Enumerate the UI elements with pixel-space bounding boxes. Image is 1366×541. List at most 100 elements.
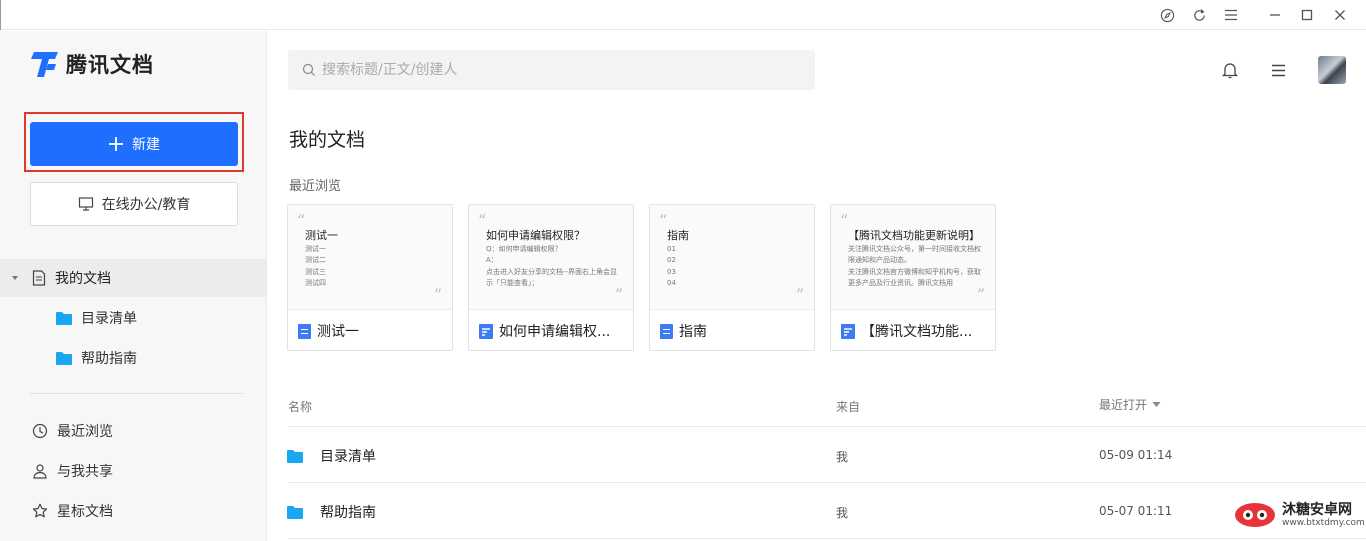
card-title: 测试一: [317, 324, 359, 340]
window-edge: [0, 0, 1, 30]
sort-down-icon[interactable]: [1152, 401, 1161, 408]
card-footer: 测试一: [298, 321, 448, 341]
watermark-logo-icon: [1235, 503, 1275, 527]
maximize-icon[interactable]: [1298, 6, 1316, 24]
card-preview-text: Q：如何申请编辑权限？ A： 点击进入好友分享的文档--界面右上角会显示「只能查…: [486, 244, 624, 290]
card-title: 【腾讯文档功能...: [861, 324, 973, 340]
card-footer: 如何申请编辑权...: [479, 321, 629, 341]
quote-open-icon: “: [478, 211, 487, 230]
sidebar-item-label: 与我共享: [57, 464, 113, 480]
card-preview-line: A：: [486, 256, 498, 265]
column-header-last-opened[interactable]: 最近打开: [1099, 396, 1161, 413]
table-row-name[interactable]: 目录清单: [287, 446, 376, 466]
sidebar-item-label: 最近浏览: [57, 424, 113, 440]
recent-section-label: 最近浏览: [289, 179, 342, 194]
quote-close-icon: ”: [976, 285, 985, 304]
card-preview-line: Q：如何申请编辑权限？: [486, 245, 562, 253]
app-logo[interactable]: 腾讯文档: [30, 49, 154, 79]
user-icon: [33, 464, 47, 479]
watermark-title: 沐糖安卓网: [1282, 502, 1352, 518]
table-divider: [288, 538, 1366, 539]
card-preview-line: 04: [667, 279, 676, 288]
doc-file-icon: [660, 323, 673, 339]
card-preview-line: 点击进入好友分享的文档--界面右上角会显示「只能查看」；: [486, 267, 618, 288]
menu-icon[interactable]: [1222, 6, 1240, 24]
search-input[interactable]: [322, 62, 802, 78]
recent-doc-card[interactable]: “ 指南 01 02 03 04 ” 指南: [649, 204, 815, 351]
search-icon: [302, 63, 315, 76]
card-preview-heading: 【腾讯文档功能更新说明】: [848, 229, 980, 242]
sidebar-folder-help[interactable]: 帮助指南: [56, 348, 137, 368]
refresh-icon[interactable]: [1190, 6, 1208, 24]
folder-icon: [287, 506, 303, 519]
card-preview-heading: 测试一: [305, 229, 338, 242]
row-last-opened: 05-09 01:14: [1099, 448, 1173, 462]
card-preview-line: 关注腾讯文档官方微博和知乎机构号，获取更多产品及行业资讯。腾讯文档用: [848, 267, 981, 288]
table-divider: [288, 482, 1366, 483]
tencent-docs-logo-icon: [31, 51, 58, 77]
close-icon[interactable]: [1331, 6, 1349, 24]
card-preview-heading: 如何申请编辑权限？: [486, 229, 585, 242]
clock-icon: [32, 423, 48, 439]
online-office-education-button[interactable]: 在线办公/教育: [30, 182, 238, 226]
bell-icon[interactable]: [1220, 60, 1240, 80]
quote-open-icon: “: [840, 211, 849, 230]
folder-icon: [56, 352, 72, 365]
row-name-label: 帮助指南: [320, 505, 376, 521]
card-footer: 【腾讯文档功能...: [841, 321, 991, 341]
sidebar-folder-catalog[interactable]: 目录清单: [56, 308, 137, 328]
recent-doc-card[interactable]: “ 【腾讯文档功能更新说明】 关注腾讯文档公众号，第一时间接收文档权限通知和产品…: [830, 204, 996, 351]
plus-icon: [109, 137, 123, 151]
star-icon: [32, 503, 48, 518]
sidebar-item-starred[interactable]: 星标文档: [32, 501, 113, 521]
card-preview-line: 测试四: [305, 279, 326, 288]
page-title: 我的文档: [289, 129, 366, 151]
card-title: 指南: [679, 324, 707, 340]
sidebar-item-label: 星标文档: [57, 504, 113, 520]
sidebar-item-recent[interactable]: 最近浏览: [32, 421, 113, 441]
row-last-opened: 05-07 01:11: [1099, 504, 1173, 518]
quote-close-icon: ”: [614, 285, 623, 304]
sidebar: 腾讯文档 新建 在线办公/教育 我的文档 目录清单 帮助指南 最近浏览 与我共享…: [0, 31, 267, 541]
card-preview-text: 关注腾讯文档公众号，第一时间接收文档权限通知和产品动态。 关注腾讯文档官方微博和…: [848, 244, 986, 290]
sidebar-item-my-docs[interactable]: 我的文档: [0, 259, 267, 297]
recent-doc-card[interactable]: “ 如何申请编辑权限？ Q：如何申请编辑权限？ A： 点击进入好友分享的文档--…: [468, 204, 634, 351]
menu-icon[interactable]: [1268, 60, 1288, 80]
recent-doc-card[interactable]: “ 测试一 测试一 测试二 测试三 测试四 ” 测试一: [287, 204, 453, 351]
table-row-name[interactable]: 帮助指南: [287, 502, 376, 522]
search-box[interactable]: [288, 50, 815, 90]
sidebar-folder-label: 帮助指南: [81, 351, 137, 367]
card-preview-text: 测试一 测试二 测试三 测试四: [305, 244, 443, 290]
column-header-name[interactable]: 名称: [288, 398, 312, 415]
document-icon: [32, 270, 46, 286]
quote-close-icon: ”: [433, 285, 442, 304]
form-file-icon: [841, 323, 855, 339]
app-name: 腾讯文档: [66, 53, 154, 77]
card-preview-line: 测试二: [305, 256, 326, 265]
row-from: 我: [836, 506, 849, 520]
card-preview-line: 测试一: [305, 245, 326, 253]
avatar[interactable]: [1318, 56, 1346, 84]
watermark: 沐糖安卓网 www.btxtdmy.com: [1232, 500, 1365, 530]
card-preview-line: 测试三: [305, 267, 326, 276]
folder-icon: [287, 450, 303, 463]
card-preview: “ 如何申请编辑权限？ Q：如何申请编辑权限？ A： 点击进入好友分享的文档--…: [469, 205, 633, 310]
row-from: 我: [836, 450, 849, 464]
quote-open-icon: “: [297, 211, 306, 230]
doc-file-icon: [298, 323, 311, 339]
card-footer: 指南: [660, 321, 810, 341]
sidebar-item-label: 我的文档: [55, 271, 111, 287]
sidebar-folder-label: 目录清单: [81, 311, 137, 327]
new-button[interactable]: 新建: [30, 122, 238, 166]
sidebar-divider: [30, 393, 243, 394]
minimize-icon[interactable]: [1266, 6, 1284, 24]
column-header-from[interactable]: 来自: [836, 398, 860, 415]
card-preview: “ 指南 01 02 03 04 ”: [650, 205, 814, 310]
card-preview: “ 【腾讯文档功能更新说明】 关注腾讯文档公众号，第一时间接收文档权限通知和产品…: [831, 205, 995, 310]
caret-down-icon[interactable]: [11, 274, 19, 282]
card-preview: “ 测试一 测试一 测试二 测试三 测试四 ”: [288, 205, 452, 310]
folder-icon: [56, 312, 72, 325]
column-header-label: 最近打开: [1099, 398, 1148, 412]
compass-icon[interactable]: [1158, 6, 1176, 24]
sidebar-item-shared[interactable]: 与我共享: [32, 461, 113, 481]
